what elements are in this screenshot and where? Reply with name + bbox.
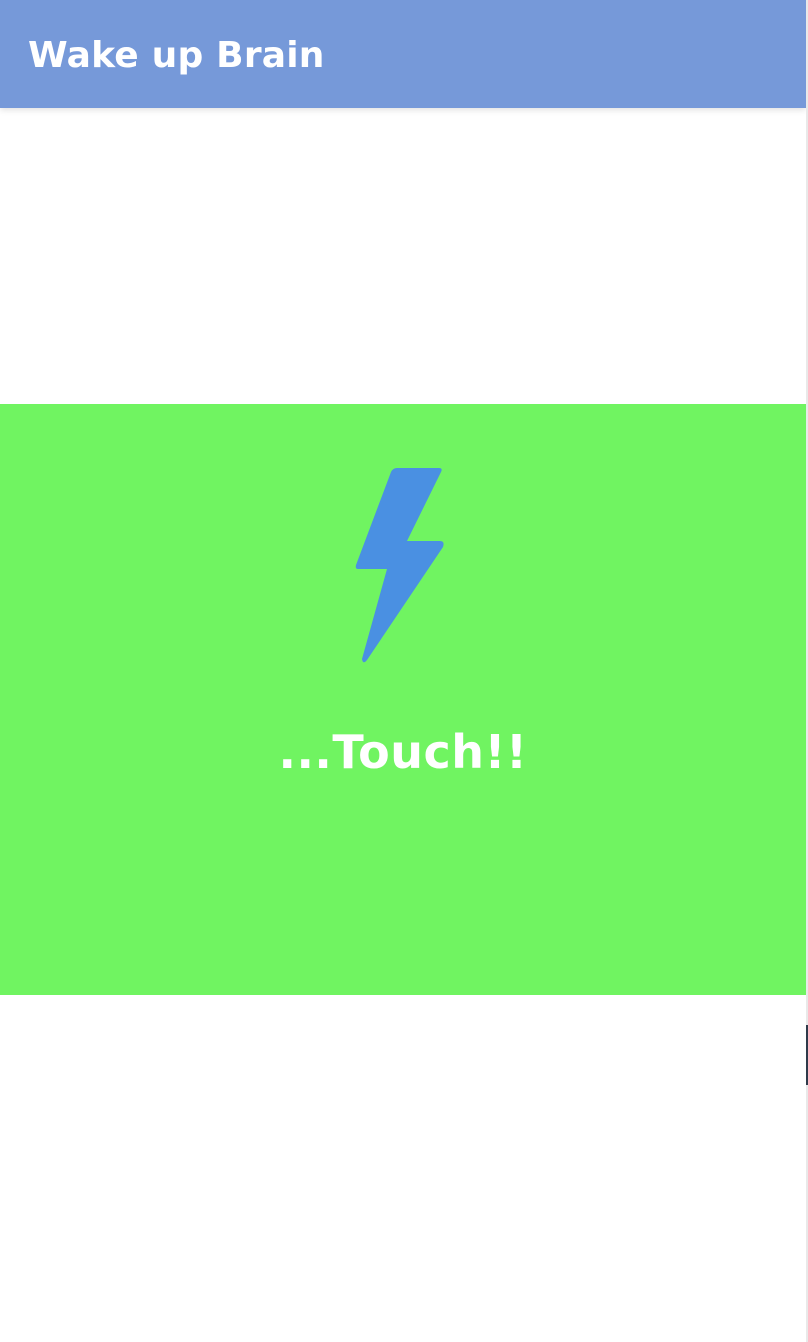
app-bar: Wake up Brain [0, 0, 806, 108]
app-screen: Wake up Brain ...Touch!! [0, 0, 808, 1342]
app-title: Wake up Brain [28, 34, 325, 76]
touch-label: ...Touch!! [278, 725, 528, 779]
lightning-bolt-icon [355, 468, 444, 663]
